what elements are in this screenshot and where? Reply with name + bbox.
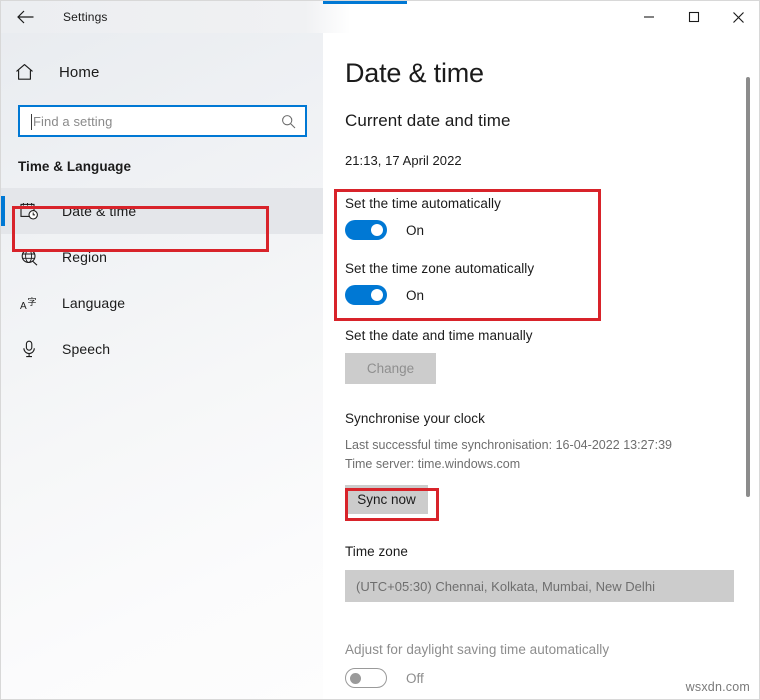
search-container: Find a setting	[18, 105, 307, 137]
search-input[interactable]: Find a setting	[18, 105, 307, 137]
dst-state: Off	[406, 670, 424, 686]
search-icon[interactable]	[281, 114, 296, 134]
sidebar-item-label: Date & time	[62, 203, 137, 219]
sidebar-item-speech[interactable]: Speech	[1, 326, 323, 372]
sidebar-item-label: Region	[62, 249, 107, 265]
sidebar-home-label: Home	[59, 63, 100, 81]
sidebar-item-language[interactable]: A 字 Language	[1, 280, 323, 326]
auto-time-label: Set the time automatically	[345, 196, 501, 211]
auto-time-state: On	[406, 222, 425, 238]
selection-indicator	[1, 196, 5, 226]
globe-icon	[18, 248, 40, 266]
sidebar: Home Find a setting Time & Language Date…	[1, 33, 323, 699]
auto-timezone-toggle-row: On	[345, 285, 759, 305]
sync-now-wrap: Sync now	[345, 485, 759, 514]
sidebar-group-title: Time & Language	[18, 159, 132, 174]
dst-toggle[interactable]	[345, 668, 387, 688]
calendar-clock-icon	[18, 202, 40, 220]
current-date-time-heading: Current date and time	[345, 111, 511, 130]
change-button[interactable]: Change	[345, 353, 436, 384]
main-scrollbar[interactable]	[742, 33, 754, 699]
text-caret	[31, 114, 32, 130]
title-bar: Settings	[1, 1, 759, 33]
dst-label: Adjust for daylight saving time automati…	[345, 642, 610, 657]
sidebar-item-region[interactable]: Region	[1, 234, 323, 280]
sidebar-item-label: Language	[62, 295, 126, 311]
home-icon	[15, 63, 41, 81]
current-date-time-value: 21:13, 17 April 2022	[345, 153, 462, 168]
last-sync-text: Last successful time synchronisation: 16…	[345, 438, 673, 452]
search-placeholder: Find a setting	[33, 113, 113, 129]
toggle-knob	[371, 289, 383, 301]
sync-heading: Synchronise your clock	[345, 411, 485, 426]
toggle-knob	[371, 224, 383, 236]
accent-underline	[323, 1, 407, 4]
back-button[interactable]	[5, 2, 45, 32]
page-title: Date & time	[345, 58, 484, 88]
microphone-icon	[18, 340, 40, 358]
close-button[interactable]	[716, 1, 759, 33]
svg-text:字: 字	[27, 296, 36, 308]
maximize-button[interactable]	[671, 1, 716, 33]
auto-timezone-toggle[interactable]	[345, 285, 387, 305]
settings-window: Settings Home Find a setting Time & Lang…	[0, 0, 760, 700]
language-icon: A 字	[18, 294, 40, 312]
svg-text:A: A	[20, 301, 27, 312]
sidebar-item-home[interactable]: Home	[1, 55, 323, 89]
timezone-select[interactable]: (UTC+05:30) Chennai, Kolkata, Mumbai, Ne…	[345, 570, 734, 602]
sidebar-nav-list: Date & time Region A 字 Language Speech	[1, 188, 323, 372]
auto-time-toggle-row: On	[345, 220, 759, 240]
auto-time-toggle[interactable]	[345, 220, 387, 240]
watermark: wsxdn.com	[685, 680, 750, 694]
auto-timezone-state: On	[406, 287, 425, 303]
minimize-button[interactable]	[626, 1, 671, 33]
time-server-text: Time server: time.windows.com	[345, 457, 521, 471]
sidebar-item-label: Speech	[62, 341, 111, 357]
window-title: Settings	[63, 10, 108, 24]
toggle-knob	[349, 672, 361, 684]
window-controls	[626, 1, 759, 33]
sync-now-button[interactable]: Sync now	[345, 485, 428, 514]
main-content: Date & time Current date and time 21:13,…	[323, 33, 759, 699]
scrollbar-thumb[interactable]	[746, 77, 750, 497]
timezone-heading: Time zone	[345, 544, 408, 559]
auto-timezone-label: Set the time zone automatically	[345, 261, 535, 276]
manual-datetime-label: Set the date and time manually	[345, 328, 533, 343]
change-button-wrap: Change	[345, 353, 759, 384]
sidebar-item-date-time[interactable]: Date & time	[1, 188, 323, 234]
